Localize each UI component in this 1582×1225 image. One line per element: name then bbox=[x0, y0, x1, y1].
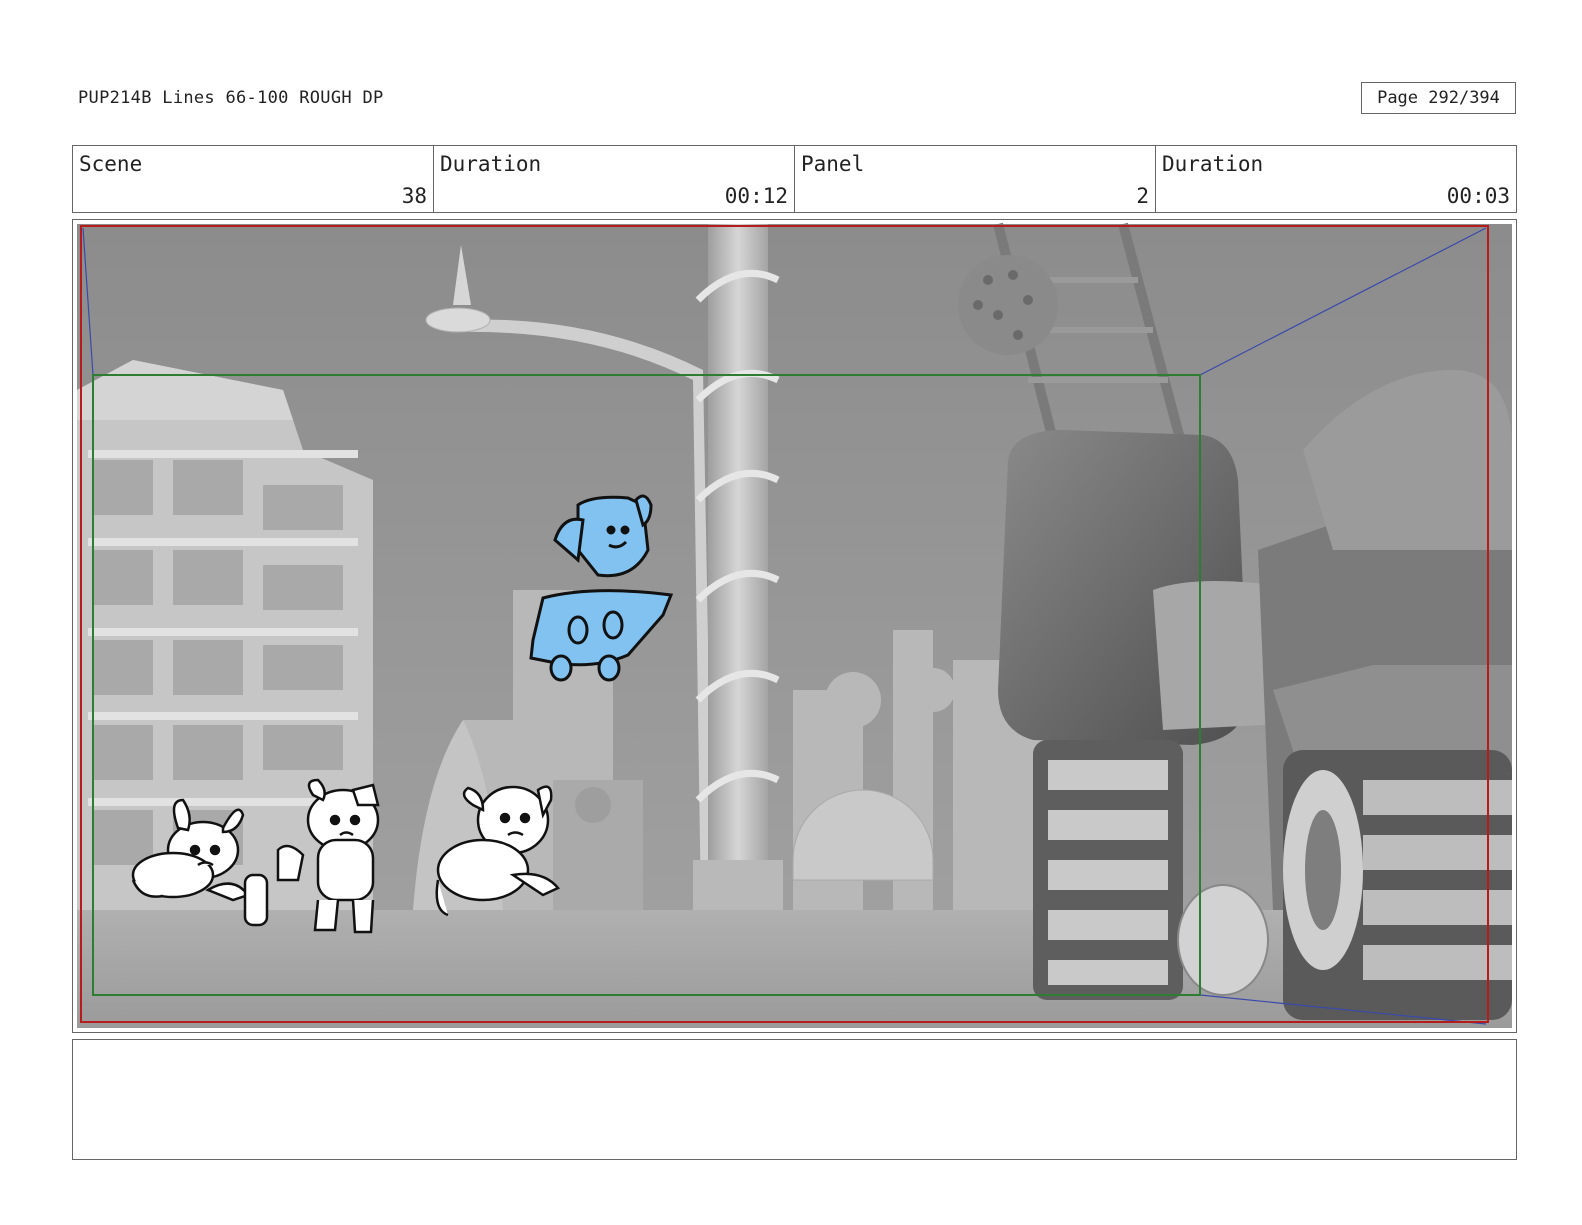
storyboard-panel bbox=[72, 219, 1517, 1033]
scene-duration-label: Duration bbox=[440, 152, 542, 176]
panel-value: 2 bbox=[1136, 184, 1149, 208]
scene-duration-value: 00:12 bbox=[724, 184, 788, 208]
panel-artwork bbox=[77, 222, 1512, 1028]
panel-duration-cell: Duration 00:03 bbox=[1156, 146, 1516, 212]
info-table: Scene 38 Duration 00:12 Panel 2 Duration… bbox=[72, 145, 1517, 213]
right-track bbox=[1283, 750, 1512, 1020]
scene-value: 38 bbox=[401, 184, 427, 208]
panel-duration-value: 00:03 bbox=[1446, 184, 1510, 208]
scene-duration-cell: Duration 00:12 bbox=[434, 146, 795, 212]
page-number: Page 292/394 bbox=[1361, 82, 1516, 114]
panel-cell: Panel 2 bbox=[795, 146, 1156, 212]
action-notes-box bbox=[72, 1039, 1517, 1160]
document-title: PUP214B Lines 66-100 ROUGH DP bbox=[78, 88, 384, 108]
scene-label: Scene bbox=[79, 152, 143, 176]
panel-label: Panel bbox=[801, 152, 865, 176]
left-track bbox=[1033, 740, 1183, 1000]
panel-duration-label: Duration bbox=[1162, 152, 1264, 176]
scene-cell: Scene 38 bbox=[73, 146, 434, 212]
